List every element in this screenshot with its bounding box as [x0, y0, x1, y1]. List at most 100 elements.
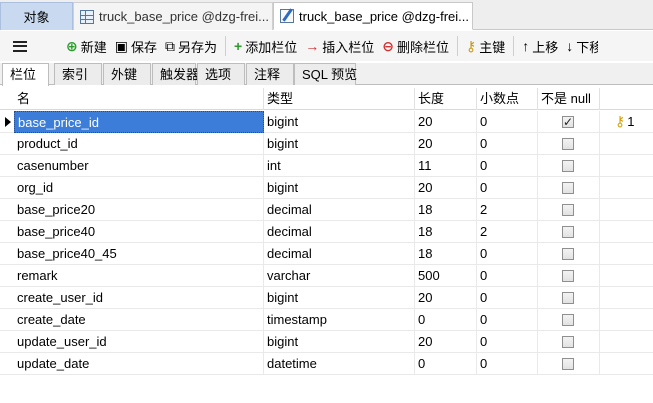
field-type-cell[interactable]: bigint: [264, 133, 415, 155]
add-column-button[interactable]: + 添加栏位: [230, 33, 301, 59]
field-length-cell[interactable]: 18: [415, 199, 477, 221]
table-row[interactable]: base_price40 decimal 18 2: [0, 221, 653, 243]
not-null-checkbox[interactable]: [562, 336, 574, 348]
field-type-cell[interactable]: varchar: [264, 265, 415, 287]
not-null-checkbox[interactable]: [562, 270, 574, 282]
table-row[interactable]: remark varchar 500 0: [0, 265, 653, 287]
not-null-checkbox[interactable]: [562, 182, 574, 194]
not-null-checkbox[interactable]: [562, 226, 574, 238]
header-name[interactable]: 名: [14, 88, 264, 110]
field-decimals-cell[interactable]: 0: [477, 353, 538, 375]
field-length-cell[interactable]: 500: [415, 265, 477, 287]
insert-column-button[interactable]: → 插入栏位: [301, 33, 378, 59]
field-type-cell[interactable]: decimal: [264, 221, 415, 243]
field-length-cell[interactable]: 0: [415, 353, 477, 375]
primary-key-button[interactable]: ⚷ 主键: [462, 33, 509, 59]
key-cell[interactable]: [600, 133, 653, 155]
field-type-cell[interactable]: decimal: [264, 199, 415, 221]
not-null-checkbox[interactable]: [562, 113, 574, 131]
move-up-button[interactable]: ↑ 上移: [518, 33, 562, 59]
field-type-cell[interactable]: bigint: [264, 287, 415, 309]
key-cell[interactable]: [600, 265, 653, 287]
field-length-cell[interactable]: 20: [415, 111, 477, 133]
field-decimals-cell[interactable]: 0: [477, 243, 538, 265]
field-type-cell[interactable]: bigint: [264, 177, 415, 199]
field-decimals-cell[interactable]: 0: [477, 111, 538, 133]
field-decimals-cell[interactable]: 0: [477, 177, 538, 199]
field-length-cell[interactable]: 20: [415, 133, 477, 155]
field-name-cell[interactable]: base_price40: [14, 221, 264, 243]
key-cell[interactable]: [600, 177, 653, 199]
tab-options[interactable]: 选项: [197, 63, 245, 85]
header-type[interactable]: 类型: [264, 88, 415, 110]
field-name-cell[interactable]: update_date: [14, 353, 264, 375]
field-name-cell[interactable]: create_user_id: [14, 287, 264, 309]
not-null-checkbox[interactable]: [562, 292, 574, 304]
save-as-button[interactable]: ⧉ 另存为: [161, 33, 221, 59]
field-length-cell[interactable]: 20: [415, 287, 477, 309]
table-row[interactable]: base_price20 decimal 18 2: [0, 199, 653, 221]
delete-column-button[interactable]: ⊖ 删除栏位: [378, 33, 453, 59]
table-row[interactable]: base_price40_45 decimal 18 0: [0, 243, 653, 265]
not-null-checkbox[interactable]: [562, 204, 574, 216]
field-decimals-cell[interactable]: 2: [477, 199, 538, 221]
field-name-cell[interactable]: org_id: [14, 177, 264, 199]
field-decimals-cell[interactable]: 0: [477, 155, 538, 177]
tab-objects[interactable]: 对象: [0, 2, 73, 30]
key-cell[interactable]: [600, 243, 653, 265]
field-decimals-cell[interactable]: 0: [477, 287, 538, 309]
field-name-cell[interactable]: create_date: [14, 309, 264, 331]
field-decimals-cell[interactable]: 2: [477, 221, 538, 243]
table-row[interactable]: update_date datetime 0 0: [0, 353, 653, 375]
field-type-cell[interactable]: timestamp: [264, 309, 415, 331]
move-down-button[interactable]: ↓ 下移: [562, 33, 598, 59]
not-null-checkbox[interactable]: [562, 138, 574, 150]
field-length-cell[interactable]: 18: [415, 243, 477, 265]
key-cell[interactable]: [600, 221, 653, 243]
field-name-cell[interactable]: product_id: [14, 133, 264, 155]
field-type-cell[interactable]: bigint: [264, 111, 415, 133]
new-button[interactable]: ⊕ 新建: [62, 33, 111, 59]
table-row[interactable]: update_user_id bigint 20 0: [0, 331, 653, 353]
menu-button[interactable]: [0, 33, 40, 59]
table-row[interactable]: create_user_id bigint 20 0: [0, 287, 653, 309]
field-length-cell[interactable]: 11: [415, 155, 477, 177]
save-button[interactable]: ▣ 保存: [111, 33, 161, 59]
field-name-cell[interactable]: base_price20: [14, 199, 264, 221]
table-row[interactable]: create_date timestamp 0 0: [0, 309, 653, 331]
header-not-null[interactable]: 不是 null: [538, 88, 600, 110]
not-null-checkbox[interactable]: [562, 314, 574, 326]
field-type-cell[interactable]: datetime: [264, 353, 415, 375]
field-length-cell[interactable]: 18: [415, 221, 477, 243]
table-row[interactable]: org_id bigint 20 0: [0, 177, 653, 199]
tab-foreign-keys[interactable]: 外键: [103, 63, 151, 85]
table-row[interactable]: base_price_idbigint200 ⚷1: [0, 111, 653, 133]
field-decimals-cell[interactable]: 0: [477, 133, 538, 155]
table-row[interactable]: casenumber int 11 0: [0, 155, 653, 177]
field-name-cell[interactable]: casenumber: [14, 155, 264, 177]
tab-indexes[interactable]: 索引: [54, 63, 102, 85]
not-null-checkbox[interactable]: [562, 358, 574, 370]
key-cell[interactable]: [600, 155, 653, 177]
header-length[interactable]: 长度: [415, 88, 477, 110]
field-type-cell[interactable]: bigint: [264, 331, 415, 353]
field-type-cell[interactable]: int: [264, 155, 415, 177]
key-cell[interactable]: [600, 353, 653, 375]
field-name-cell[interactable]: base_price_id: [14, 111, 264, 133]
header-decimals[interactable]: 小数点: [477, 88, 538, 110]
not-null-checkbox[interactable]: [562, 248, 574, 260]
tab-table-data[interactable]: truck_base_price @dzg-frei...: [73, 2, 273, 30]
field-name-cell[interactable]: remark: [14, 265, 264, 287]
tab-table-design[interactable]: truck_base_price @dzg-frei...: [273, 2, 473, 30]
key-cell[interactable]: [600, 309, 653, 331]
key-cell[interactable]: [600, 331, 653, 353]
key-cell[interactable]: [600, 287, 653, 309]
field-decimals-cell[interactable]: 0: [477, 265, 538, 287]
tab-sql-preview[interactable]: SQL 预览: [294, 63, 357, 85]
field-decimals-cell[interactable]: 0: [477, 331, 538, 353]
table-row[interactable]: product_id bigint 20 0: [0, 133, 653, 155]
not-null-checkbox[interactable]: [562, 160, 574, 172]
tab-triggers[interactable]: 触发器: [152, 63, 199, 85]
tab-fields[interactable]: 栏位: [2, 63, 49, 86]
field-name-cell[interactable]: update_user_id: [14, 331, 264, 353]
